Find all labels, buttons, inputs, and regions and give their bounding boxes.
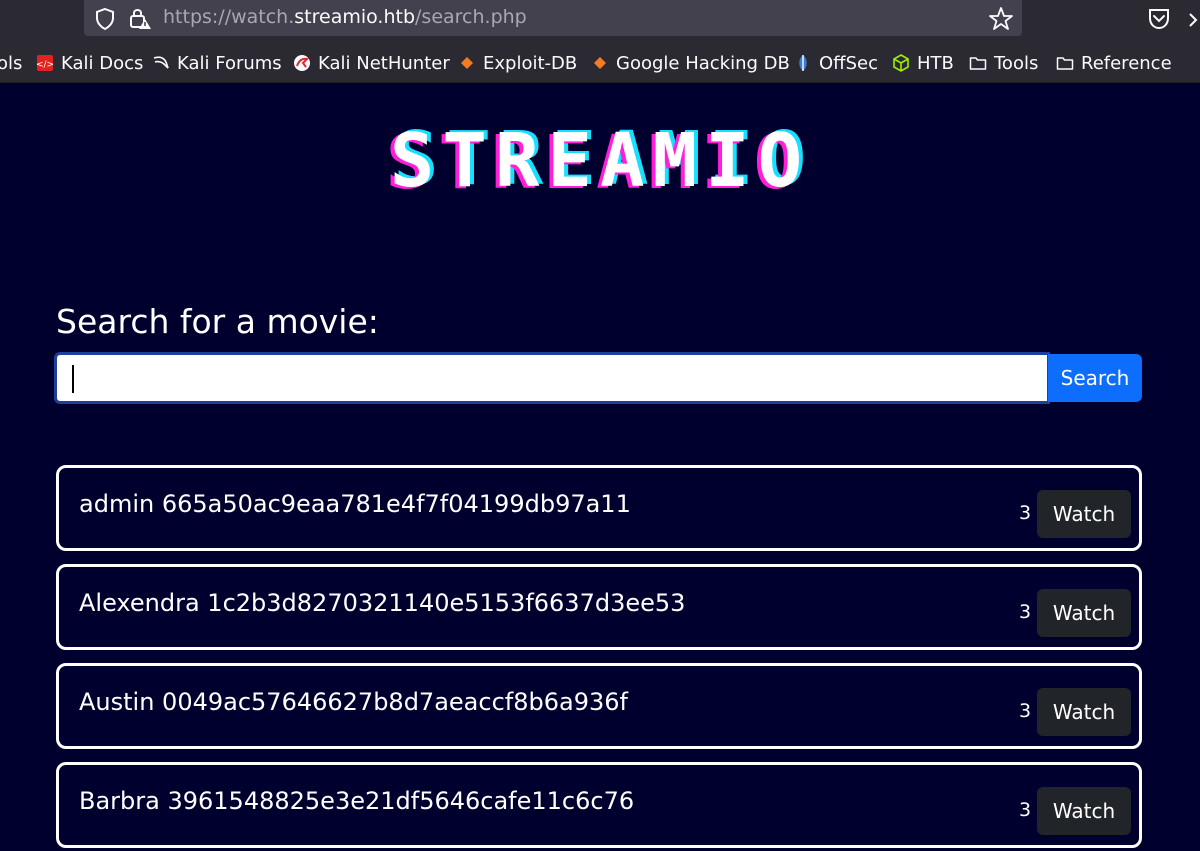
folder-icon xyxy=(969,57,987,70)
bookmark-folder-tools[interactable]: Tools xyxy=(969,50,1038,76)
result-card: Austin 0049ac57646627b8d7aeaccf8b6a936f … xyxy=(56,663,1142,749)
nethunter-icon xyxy=(294,55,310,71)
exploitdb-icon xyxy=(461,57,473,69)
search-label: Search for a movie: xyxy=(56,302,379,341)
bookmark-folder-reference[interactable]: Reference xyxy=(1056,50,1172,76)
streamio-logo: STREAMIO xyxy=(389,118,811,204)
watch-button[interactable]: Watch xyxy=(1037,490,1131,538)
htb-cube-icon xyxy=(893,54,909,72)
bookmark-exploit-db[interactable]: Exploit-DB xyxy=(458,50,577,76)
search-button[interactable]: Search xyxy=(1048,354,1142,402)
result-count: 3 xyxy=(1019,601,1032,623)
result-count: 3 xyxy=(1019,799,1032,821)
bookmark-star-icon[interactable] xyxy=(988,6,1014,32)
kali-dragon-icon xyxy=(153,56,169,69)
extensions-icon[interactable] xyxy=(1188,10,1200,30)
url-text[interactable]: https://watch.streamio.htb/search.php xyxy=(163,6,527,28)
result-title: Austin 0049ac57646627b8d7aeaccf8b6a936f xyxy=(79,688,628,716)
result-title: admin 665a50ac9eaa781e4f7f04199db97a11 xyxy=(79,490,631,518)
svg-text:</>: </> xyxy=(36,60,54,70)
result-card: Barbra 3961548825e3e21df5646cafe11c6c76 … xyxy=(56,762,1142,848)
watch-button[interactable]: Watch xyxy=(1037,688,1131,736)
watch-button[interactable]: Watch xyxy=(1037,787,1131,835)
bookmark-truncated[interactable]: ols xyxy=(0,50,22,76)
text-caret xyxy=(72,365,74,393)
ghdb-icon xyxy=(594,57,606,69)
results-list: admin 665a50ac9eaa781e4f7f04199db97a11 3… xyxy=(56,465,1142,851)
search-input[interactable] xyxy=(54,352,1050,404)
bookmark-offsec[interactable]: OffSec xyxy=(794,50,878,76)
folder-icon xyxy=(1056,57,1074,70)
result-count: 3 xyxy=(1019,700,1032,722)
bookmark-htb[interactable]: HTB xyxy=(892,50,954,76)
result-card: admin 665a50ac9eaa781e4f7f04199db97a11 3… xyxy=(56,465,1142,551)
lock-warning-icon[interactable] xyxy=(128,6,152,30)
watch-button[interactable]: Watch xyxy=(1037,589,1131,637)
result-title: Alexendra 1c2b3d8270321140e5153f6637d3ee… xyxy=(79,589,686,617)
bookmark-kali-nethunter[interactable]: Kali NetHunter xyxy=(293,50,450,76)
tracking-shield-icon[interactable] xyxy=(94,7,116,31)
offsec-icon xyxy=(799,55,807,71)
bookmark-google-hacking-db[interactable]: Google Hacking DB xyxy=(591,50,790,76)
kali-docs-icon: </> xyxy=(36,55,54,71)
pocket-icon[interactable] xyxy=(1146,6,1172,32)
result-count: 3 xyxy=(1019,502,1032,524)
result-card: Alexendra 1c2b3d8270321140e5153f6637d3ee… xyxy=(56,564,1142,650)
bookmark-kali-forums[interactable]: Kali Forums xyxy=(152,50,282,76)
result-title: Barbra 3961548825e3e21df5646cafe11c6c76 xyxy=(79,787,635,815)
bookmark-kali-docs[interactable]: </> Kali Docs xyxy=(36,50,143,76)
